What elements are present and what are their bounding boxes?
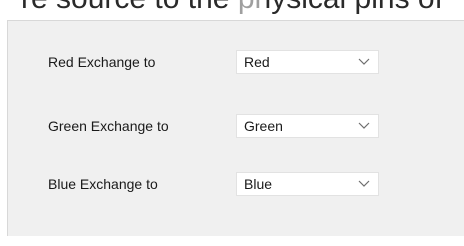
blue-exchange-dropdown[interactable]: Blue (236, 172, 379, 196)
green-exchange-value: Green (244, 118, 283, 134)
green-exchange-dropdown[interactable]: Green (236, 114, 379, 138)
green-exchange-row: Green Exchange to Green (8, 114, 464, 140)
chevron-down-icon (358, 58, 370, 65)
green-exchange-label: Green Exchange to (48, 118, 169, 134)
watermark (232, 0, 266, 16)
red-exchange-row: Red Exchange to Red (8, 50, 464, 76)
chevron-down-icon (358, 122, 370, 129)
blue-exchange-label: Blue Exchange to (48, 176, 158, 192)
red-exchange-label: Red Exchange to (48, 54, 156, 70)
red-exchange-value: Red (244, 54, 270, 70)
chevron-down-icon (358, 180, 370, 187)
blue-exchange-value: Blue (244, 176, 273, 192)
channel-exchange-panel: Red Exchange to Red Green Exchange to Gr… (7, 20, 464, 236)
red-exchange-dropdown[interactable]: Red (236, 50, 379, 74)
blue-exchange-row: Blue Exchange to Blue (8, 172, 464, 198)
